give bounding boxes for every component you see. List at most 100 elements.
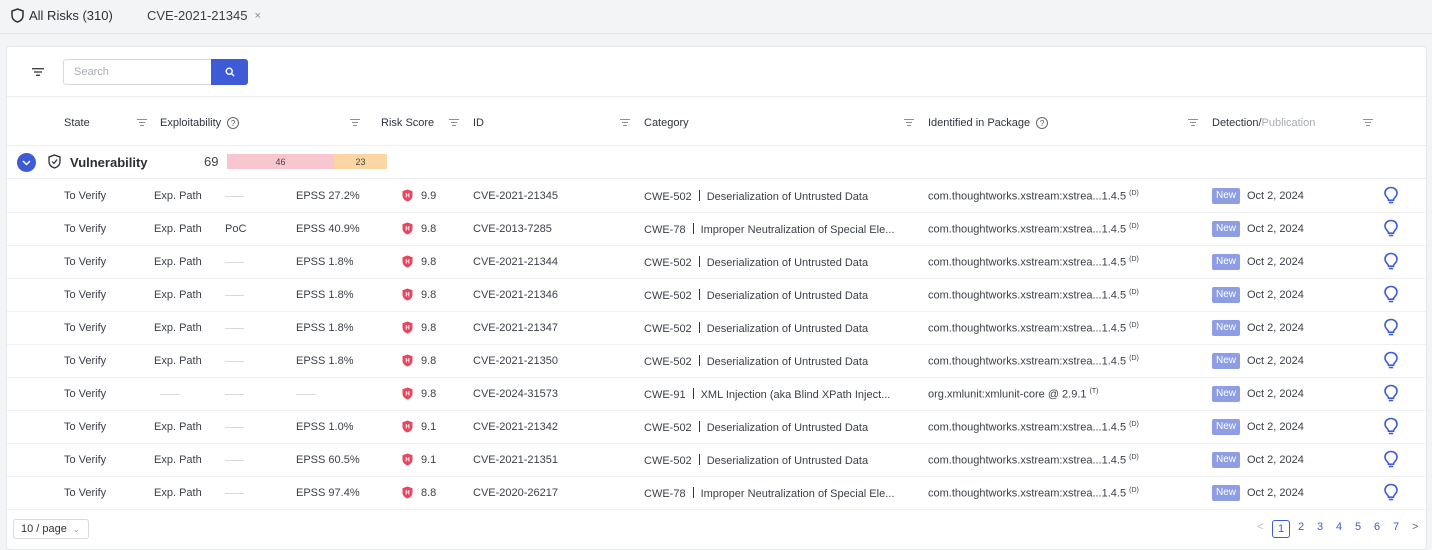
package[interactable]: com.thoughtworks.xstream:xstrea...1.4.5 … xyxy=(928,190,1139,203)
table-row[interactable]: To Verify Exp. Path EPSS 1.8% H 9.8 CVE-2021-… xyxy=(7,345,1426,378)
col-detection[interactable]: Detection / Publication xyxy=(1212,117,1315,129)
state-value[interactable]: To Verify xyxy=(64,289,106,301)
prev-page-button[interactable]: < xyxy=(1257,521,1263,533)
package[interactable]: com.thoughtworks.xstream:xstrea...1.4.5 … xyxy=(928,322,1139,335)
help-icon[interactable]: ? xyxy=(1036,117,1049,129)
page-6[interactable]: 6 xyxy=(1374,521,1380,533)
detection-date: Oct 2, 2024 xyxy=(1247,388,1304,400)
page-1[interactable]: 1 xyxy=(1272,520,1290,538)
lightbulb-icon[interactable] xyxy=(1383,186,1399,209)
page-3[interactable]: 3 xyxy=(1317,521,1323,533)
lightbulb-icon[interactable] xyxy=(1383,384,1399,407)
exploit-path: Exp. Path xyxy=(154,190,202,202)
cve-id[interactable]: CVE-2021-21351 xyxy=(473,454,558,466)
col-exploitability[interactable]: Exploitability? xyxy=(160,117,240,129)
package[interactable]: com.thoughtworks.xstream:xstrea...1.4.5 … xyxy=(928,355,1139,368)
epss-value: EPSS 1.8% xyxy=(296,256,354,268)
table-row[interactable]: To Verify Exp. Path EPSS 60.5% H 9.1 CVE-2021… xyxy=(7,444,1426,477)
lightbulb-icon[interactable] xyxy=(1383,318,1399,341)
search-button[interactable] xyxy=(211,59,248,85)
cve-id[interactable]: CVE-2021-21347 xyxy=(473,322,558,334)
lightbulb-icon[interactable] xyxy=(1383,483,1399,506)
tab-all-risks[interactable]: All Risks (310) xyxy=(11,8,113,23)
table-row[interactable]: To Verify Exp. Path PoC EPSS 40.9% H 9.8 CVE-2… xyxy=(7,213,1426,246)
col-state[interactable]: State xyxy=(64,117,90,129)
severity-high-icon: H xyxy=(402,288,413,304)
lightbulb-icon[interactable] xyxy=(1383,219,1399,242)
column-filter-icon[interactable] xyxy=(137,119,147,127)
column-filter-icon[interactable] xyxy=(1363,119,1373,127)
package[interactable]: com.thoughtworks.xstream:xstrea...1.4.5 … xyxy=(928,223,1139,236)
package-tag: (D) xyxy=(1129,190,1139,197)
page-size-select[interactable]: 10 / page ⌄ xyxy=(13,519,89,539)
lightbulb-icon[interactable] xyxy=(1383,417,1399,440)
state-value[interactable]: To Verify xyxy=(64,487,106,499)
state-value[interactable]: To Verify xyxy=(64,256,106,268)
package[interactable]: com.thoughtworks.xstream:xstrea...1.4.5 … xyxy=(928,256,1139,269)
detection-date: Oct 2, 2024 xyxy=(1247,289,1304,301)
detection-date: Oct 2, 2024 xyxy=(1247,256,1304,268)
package[interactable]: com.thoughtworks.xstream:xstrea...1.4.5 … xyxy=(928,289,1139,302)
cve-id[interactable]: CVE-2021-21345 xyxy=(473,190,558,202)
shield-icon xyxy=(11,8,24,23)
tab-label: All Risks (310) xyxy=(29,8,113,23)
package[interactable]: org.xmlunit:xmlunit-core @ 2.9.1 (T) xyxy=(928,388,1099,401)
risk-score: 9.1 xyxy=(421,454,437,466)
column-filter-icon[interactable] xyxy=(449,119,459,127)
lightbulb-icon[interactable] xyxy=(1383,351,1399,374)
tab-cve[interactable]: CVE-2021-21345 × xyxy=(147,8,261,23)
group-row-vulnerability[interactable]: Vulnerability 69 46 23 xyxy=(7,146,1426,179)
page-2[interactable]: 2 xyxy=(1298,521,1304,533)
table-row[interactable]: To Verify Exp. Path EPSS 27.2% H 9.9 CVE-2021… xyxy=(7,180,1426,213)
category: CWE-78 Improper Neutralization of Special… xyxy=(644,223,894,236)
cve-id[interactable]: CVE-2021-21346 xyxy=(473,289,558,301)
search-input[interactable] xyxy=(63,59,212,85)
divider xyxy=(698,421,700,432)
page-4[interactable]: 4 xyxy=(1336,521,1342,533)
column-filter-icon[interactable] xyxy=(620,119,630,127)
epss-value: EPSS 27.2% xyxy=(296,190,360,202)
col-label: Detection xyxy=(1212,117,1259,129)
cve-id[interactable]: CVE-2021-21342 xyxy=(473,421,558,433)
page-5[interactable]: 5 xyxy=(1355,521,1361,533)
table-row[interactable]: To Verify Exp. Path EPSS 1.8% H 9.8 CVE-2021-… xyxy=(7,246,1426,279)
page-7[interactable]: 7 xyxy=(1393,521,1399,533)
state-value[interactable]: To Verify xyxy=(64,421,106,433)
close-icon[interactable]: × xyxy=(254,10,260,22)
state-value[interactable]: To Verify xyxy=(64,355,106,367)
state-value[interactable]: To Verify xyxy=(64,223,106,235)
column-filter-icon[interactable] xyxy=(904,119,914,127)
help-icon[interactable]: ? xyxy=(227,117,240,129)
column-filter-icon[interactable] xyxy=(1188,119,1198,127)
col-category[interactable]: Category xyxy=(644,117,689,129)
cwe-id: CWE-502 xyxy=(644,422,692,434)
state-value[interactable]: To Verify xyxy=(64,388,106,400)
package[interactable]: com.thoughtworks.xstream:xstrea...1.4.5 … xyxy=(928,454,1139,467)
col-id[interactable]: ID xyxy=(473,117,484,129)
lightbulb-icon[interactable] xyxy=(1383,450,1399,473)
state-value[interactable]: To Verify xyxy=(64,322,106,334)
table-row[interactable]: To Verify Exp. Path EPSS 97.4% H 8.8 CVE-2020… xyxy=(7,477,1426,510)
table-row[interactable]: To Verify Exp. Path EPSS 1.0% H 9.1 CVE-2021-… xyxy=(7,411,1426,444)
lightbulb-icon[interactable] xyxy=(1383,285,1399,308)
col-risk-score[interactable]: Risk Score xyxy=(381,117,434,129)
cve-id[interactable]: CVE-2021-21344 xyxy=(473,256,558,268)
cve-id[interactable]: CVE-2024-31573 xyxy=(473,388,558,400)
table-row[interactable]: To Verify H 9.8 CVE-2024-31573 CWE-91 XML Inj… xyxy=(7,378,1426,411)
cve-id[interactable]: CVE-2020-26217 xyxy=(473,487,558,499)
table-row[interactable]: To Verify Exp. Path EPSS 1.8% H 9.8 CVE-2021-… xyxy=(7,312,1426,345)
state-value[interactable]: To Verify xyxy=(64,190,106,202)
next-page-button[interactable]: > xyxy=(1412,521,1418,533)
column-filter-icon[interactable] xyxy=(350,119,360,127)
cve-id[interactable]: CVE-2013-7285 xyxy=(473,223,552,235)
package[interactable]: com.thoughtworks.xstream:xstrea...1.4.5 … xyxy=(928,421,1139,434)
new-badge: New xyxy=(1212,485,1241,501)
collapse-button[interactable] xyxy=(17,153,36,172)
filter-icon[interactable] xyxy=(31,65,45,79)
lightbulb-icon[interactable] xyxy=(1383,252,1399,275)
col-package[interactable]: Identified in Package? xyxy=(928,117,1049,129)
state-value[interactable]: To Verify xyxy=(64,454,106,466)
table-row[interactable]: To Verify Exp. Path EPSS 1.8% H 9.8 CVE-2021-… xyxy=(7,279,1426,312)
cve-id[interactable]: CVE-2021-21350 xyxy=(473,355,558,367)
package[interactable]: com.thoughtworks.xstream:xstrea...1.4.5 … xyxy=(928,487,1139,500)
